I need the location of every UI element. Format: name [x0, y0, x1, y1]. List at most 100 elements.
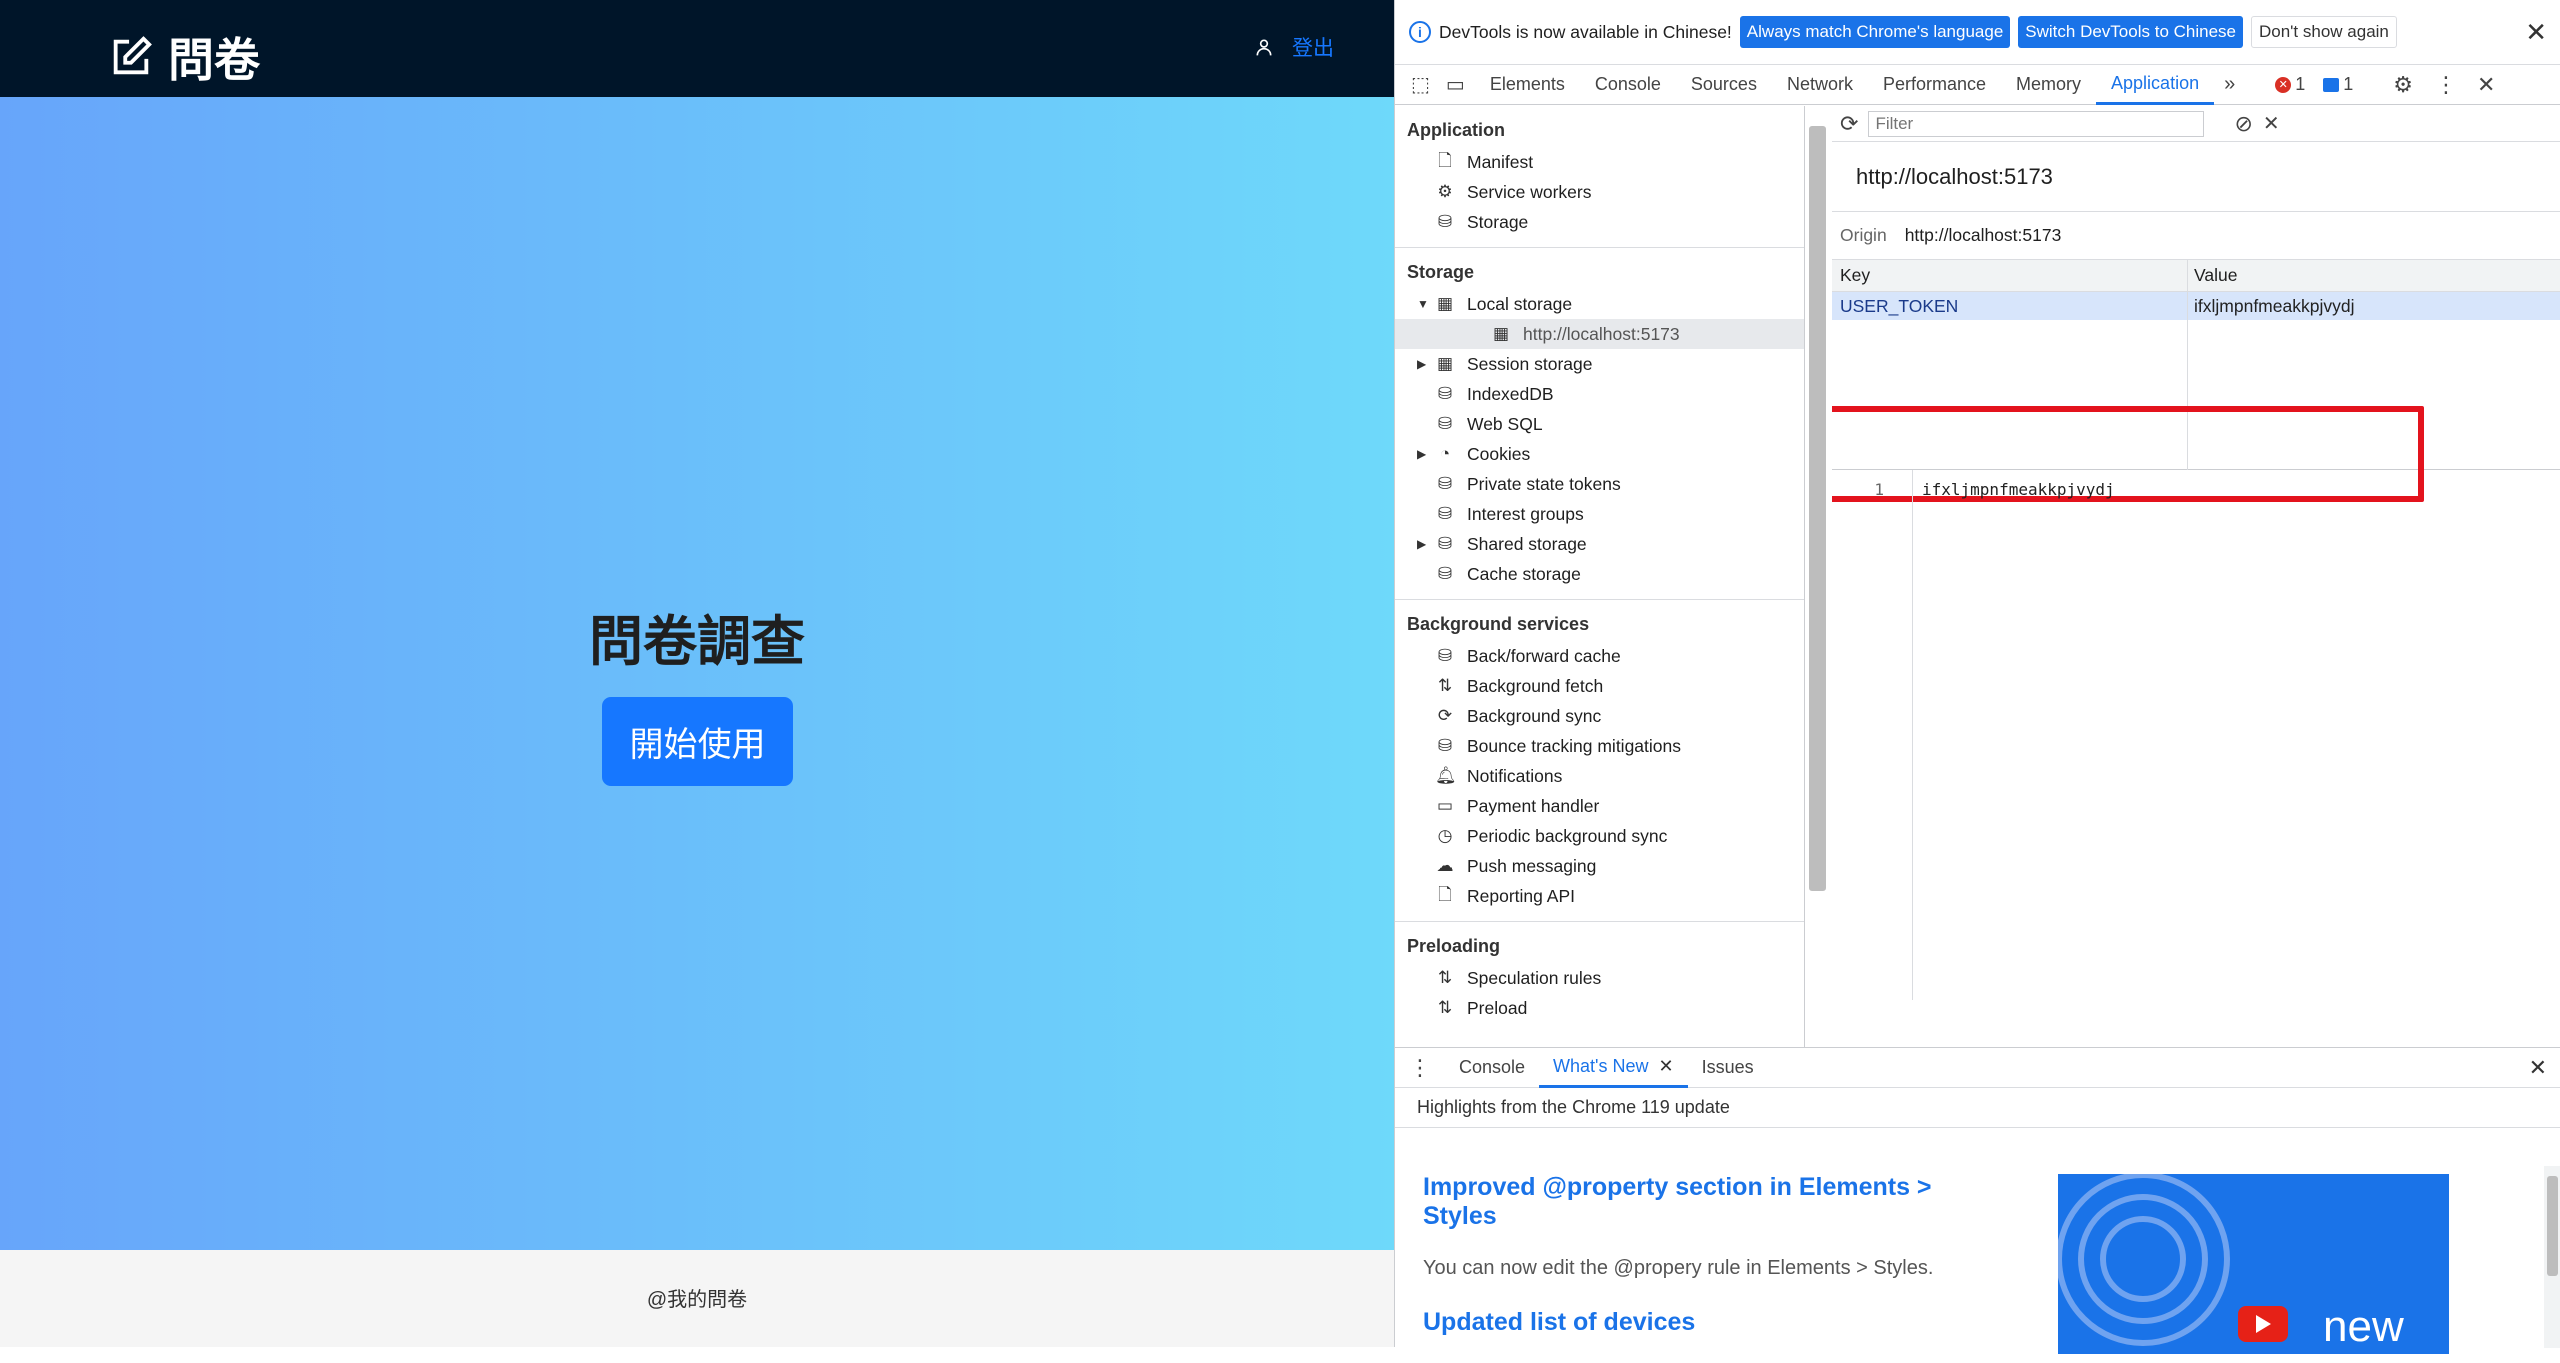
refresh-icon[interactable]: ⟳ [1840, 111, 1858, 137]
sidebar-item-background-sync[interactable]: ⟳ Background sync [1395, 701, 1804, 731]
sidebar-item-private-state-tokens[interactable]: ⛁ Private state tokens [1395, 469, 1804, 499]
collapsed-arrow-icon[interactable]: ▶ [1417, 357, 1426, 371]
sidebar-item-indexeddb[interactable]: ⛁ IndexedDB [1395, 379, 1804, 409]
sidebar-item-label: Payment handler [1467, 795, 1600, 816]
drawer-tab-console[interactable]: Console [1445, 1048, 1539, 1088]
sidebar-item-manifest[interactable]: 🗋 Manifest [1395, 147, 1804, 177]
tab-sources[interactable]: Sources [1676, 65, 1772, 105]
row-key[interactable]: USER_TOKEN [1832, 292, 2188, 320]
file-icon: 🗋 [1438, 884, 1452, 904]
collapsed-arrow-icon[interactable]: ▶ [1417, 447, 1426, 461]
sidebar-item-cookies[interactable]: ▶ ◔ Cookies [1395, 439, 1804, 469]
section-preloading: Preloading [1407, 936, 1501, 956]
sidebar-item-bfcache[interactable]: ⛁ Back/forward cache [1395, 641, 1804, 671]
hero: 問卷調查 開始使用 [0, 97, 1394, 1250]
start-button[interactable]: 開始使用 [602, 697, 793, 786]
inspect-icon[interactable]: ⬚ [1405, 72, 1436, 97]
sidebar-item-session-storage[interactable]: ▶ ▦ Session storage [1395, 349, 1804, 379]
storage-toolbar: ⟳ ⊘ ✕ [1832, 106, 2560, 142]
sidebar-item-background-fetch[interactable]: ⇅ Background fetch [1395, 671, 1804, 701]
sidebar-item-label: Reporting API [1467, 885, 1575, 906]
info-icon: i [1409, 21, 1431, 43]
table-row[interactable]: USER_TOKEN ifxljmpnfmeakkpjvydj [1832, 292, 2560, 320]
error-count: 1 [2295, 74, 2306, 94]
cloud-icon: ☁ [1436, 856, 1454, 875]
sidebar-scrollbar[interactable] [1809, 126, 1826, 891]
close-drawer-icon[interactable]: ✕ [2529, 1055, 2547, 1081]
sidebar-item-label: Interest groups [1467, 503, 1584, 524]
sidebar-item-web-sql[interactable]: ⛁ Web SQL [1395, 409, 1804, 439]
feature-link-property[interactable]: Improved @property section in Elements >… [1423, 1173, 2003, 1231]
sidebar-item-label: Local storage [1467, 293, 1573, 314]
clear-all-icon[interactable]: ⊘ [2234, 111, 2252, 137]
delete-selected-icon[interactable]: ✕ [2263, 111, 2280, 136]
sidebar-item-label: Session storage [1467, 353, 1593, 374]
sidebar-item-speculation-rules[interactable]: ⇅ Speculation rules [1395, 963, 1804, 993]
sidebar-item-label: Private state tokens [1467, 473, 1621, 494]
tab-memory[interactable]: Memory [2001, 65, 2096, 105]
device-toggle-icon[interactable]: ▭ [1436, 72, 1475, 97]
devtools-tabbar: ⬚ ▭ Elements Console Sources Network Per… [1395, 65, 2560, 105]
tab-application[interactable]: Application [2096, 65, 2215, 105]
origin-row: Origin http://localhost:5173 [1832, 212, 2560, 260]
file-icon: 🗋 [1438, 150, 1452, 170]
switch-language-button[interactable]: Switch DevTools to Chinese [2018, 16, 2243, 48]
tab-console[interactable]: Console [1580, 65, 1676, 105]
sidebar-item-shared-storage[interactable]: ▶ ⛁ Shared storage [1395, 529, 1804, 559]
gear-icon[interactable]: ⚙ [2393, 72, 2413, 98]
message-count: 1 [2343, 74, 2354, 94]
database-icon: ⛁ [1437, 474, 1453, 493]
drawer-tab-whats-new[interactable]: What's New ✕ [1539, 1048, 1688, 1088]
whats-new-video[interactable]: new [2058, 1174, 2449, 1354]
database-icon: ⛁ [1437, 736, 1453, 755]
close-devtools-icon[interactable]: ✕ [2477, 72, 2495, 98]
tab-performance[interactable]: Performance [1868, 65, 2001, 105]
drawer-scrollbar[interactable] [2544, 1166, 2560, 1348]
close-icon[interactable]: ✕ [2525, 17, 2547, 48]
drawer-tab-issues[interactable]: Issues [1688, 1048, 1768, 1088]
sidebar-item-notifications[interactable]: 🔔︎ Notifications [1395, 761, 1804, 791]
kebab-menu-icon[interactable]: ⋮ [2435, 72, 2457, 98]
sidebar-item-cache-storage[interactable]: ⛁ Cache storage [1395, 559, 1804, 589]
column-key[interactable]: Key [1832, 260, 2188, 291]
sidebar-item-reporting-api[interactable]: 🗋 Reporting API [1395, 881, 1804, 911]
collapsed-arrow-icon[interactable]: ▶ [1417, 537, 1426, 551]
tab-network[interactable]: Network [1772, 65, 1868, 105]
tab-elements[interactable]: Elements [1475, 65, 1580, 105]
sidebar-item-interest-groups[interactable]: ⛁ Interest groups [1395, 499, 1804, 529]
match-language-button[interactable]: Always match Chrome's language [1739, 16, 2011, 48]
section-background-services: Background services [1407, 614, 1590, 634]
sidebar-item-service-workers[interactable]: ⚙ Service workers [1395, 177, 1804, 207]
message-icon [2323, 77, 2340, 92]
sidebar-item-push-messaging[interactable]: ☁ Push messaging [1395, 851, 1804, 881]
logo[interactable]: 問卷 [108, 24, 260, 90]
up-down-arrows-icon: ⇅ [1437, 968, 1453, 987]
more-tabs-icon[interactable]: » [2214, 73, 2245, 96]
sidebar-item-periodic-sync[interactable]: ◷ Periodic background sync [1395, 821, 1804, 851]
message-badge[interactable]: 1 [2323, 74, 2353, 95]
column-value[interactable]: Value [2188, 260, 2237, 291]
footer: @我的問卷 [0, 1250, 1394, 1347]
filter-input[interactable] [1868, 110, 2205, 137]
sidebar-item-bounce-tracking[interactable]: ⛁ Bounce tracking mitigations [1395, 731, 1804, 761]
sidebar-item-label: Cookies [1467, 443, 1531, 464]
drawer-menu-icon[interactable]: ⋮ [1409, 1055, 1445, 1081]
expanded-arrow-icon[interactable]: ▼ [1417, 297, 1429, 311]
sidebar-item-storage[interactable]: ⛁ Storage [1395, 207, 1804, 237]
row-value[interactable]: ifxljmpnfmeakkpjvydj [2188, 292, 2354, 320]
error-badge[interactable]: ✕ 1 [2275, 74, 2305, 95]
sidebar-item-local-storage[interactable]: ▼ ▦ Local storage [1395, 289, 1804, 319]
drawer-scroll-thumb[interactable] [2547, 1176, 2558, 1276]
dismiss-button[interactable]: Don't show again [2251, 16, 2397, 48]
sidebar-item-preload[interactable]: ⇅ Preload [1395, 993, 1804, 1023]
sidebar-item-localhost[interactable]: ▦ http://localhost:5173 [1395, 319, 1804, 349]
sidebar-item-label: Preload [1467, 997, 1528, 1018]
logout-link[interactable]: 登出 [1292, 32, 1334, 62]
close-tab-icon[interactable]: ✕ [1659, 1056, 1674, 1077]
feature-link-devices[interactable]: Updated list of devices [1423, 1308, 2003, 1337]
clock-icon: ◷ [1437, 826, 1453, 845]
sidebar-item-payment-handler[interactable]: ▭ Payment handler [1395, 791, 1804, 821]
logo-text: 問卷 [168, 34, 260, 86]
sidebar-item-label: Service workers [1467, 181, 1592, 202]
application-sidebar: Application 🗋 Manifest ⚙ Service workers ⛁… [1395, 106, 1805, 1047]
